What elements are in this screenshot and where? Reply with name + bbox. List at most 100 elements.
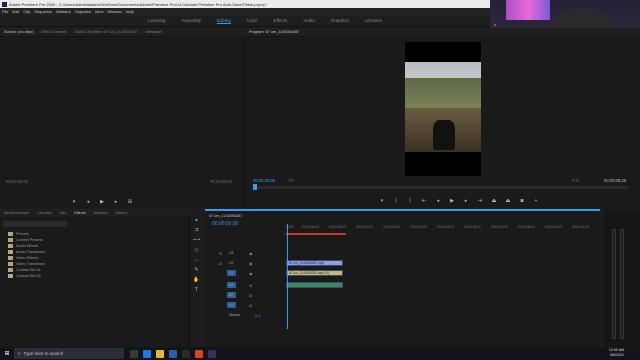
ruler-tick: 00;00;04;00 <box>302 225 319 229</box>
tab-info[interactable]: Info <box>60 211 66 215</box>
timeline-timecode[interactable]: 00;00;00;00 <box>212 221 238 227</box>
work-area-bar[interactable] <box>286 233 346 235</box>
eye-icon[interactable]: ◉ <box>249 261 253 266</box>
add-marker-icon[interactable]: ▾ <box>378 197 386 205</box>
tab-audio-clip-mixer[interactable]: Audio Clip Mixer: 67 um_1143054287 <box>74 30 137 34</box>
go-to-out-icon[interactable]: ⇥ <box>476 197 484 205</box>
play-icon[interactable]: ▶ <box>448 197 456 205</box>
file-explorer-icon[interactable] <box>156 349 164 358</box>
master-volume[interactable]: 0.0 <box>255 313 261 318</box>
program-playhead[interactable] <box>253 184 257 190</box>
mute-icon[interactable]: M <box>249 293 252 298</box>
workspace-libraries[interactable]: Libraries <box>365 18 382 23</box>
workspace-assembly[interactable]: Assembly <box>181 18 201 23</box>
track-select-tool-icon[interactable]: ⇉ <box>193 227 200 234</box>
type-tool-icon[interactable]: T <box>193 287 200 294</box>
workspace-audio[interactable]: Audio <box>303 18 315 23</box>
taskbar-search[interactable]: ⌕ Type here to search <box>14 348 124 359</box>
lock-icon[interactable]: ⊟ <box>219 251 222 256</box>
workspace-editing[interactable]: Editing <box>217 18 231 24</box>
effects-search-input[interactable] <box>3 221 67 227</box>
store-icon[interactable] <box>169 349 177 358</box>
mark-in-icon[interactable]: | <box>392 197 400 205</box>
button-editor-icon[interactable]: + <box>532 197 540 205</box>
track-master[interactable]: Master 0.0 <box>205 312 600 319</box>
taskbar-clock[interactable]: 12:09 AM 5/6/2021 <box>609 348 624 358</box>
menu-file[interactable]: File <box>2 9 8 14</box>
track-v2[interactable]: ⊟ V2 ◉ 67 um_1143054287.mp4 <box>205 260 600 267</box>
play-icon[interactable]: ▶ <box>98 198 106 206</box>
selection-tool-icon[interactable]: ▲ <box>193 217 200 224</box>
program-quality-dropdown[interactable]: Full <box>572 178 579 183</box>
hand-tool-icon[interactable]: ✋ <box>193 277 200 284</box>
go-to-in-icon[interactable]: ⇤ <box>420 197 428 205</box>
ripple-edit-tool-icon[interactable]: ⟷ <box>193 237 200 244</box>
slip-tool-icon[interactable]: ↔ <box>193 257 200 264</box>
track-a2[interactable]: A2 M <box>205 292 600 299</box>
chrome-icon[interactable] <box>195 349 203 358</box>
mute-icon[interactable]: M <box>249 283 252 288</box>
folder-icon <box>8 238 13 242</box>
clip-v1[interactable]: 67 um_1143054287.mp4 [V] <box>286 270 343 276</box>
step-back-icon[interactable]: ◂ <box>84 198 92 206</box>
program-fit-dropdown[interactable]: Fit <box>289 178 294 183</box>
tree-item-custom-bin-02[interactable]: Custom Bin 02 <box>8 273 45 279</box>
tab-metadata[interactable]: Metadata <box>146 30 162 34</box>
tab-effects[interactable]: Effects <box>74 211 86 215</box>
tab-media-browser[interactable]: Media Browser <box>4 211 29 215</box>
program-timecode[interactable]: 00;00;00;00 <box>253 178 275 183</box>
workspace-color[interactable]: Color <box>247 18 258 23</box>
tab-program[interactable]: Program: 67 um_1143054287 <box>249 30 299 34</box>
tab-source[interactable]: Source: (no clips) <box>4 30 34 34</box>
menu-view[interactable]: View <box>95 9 104 14</box>
tab-sequence[interactable]: 67 um_1143054287 <box>209 214 243 218</box>
ruler-tick: 00;00;24;00 <box>437 225 454 229</box>
meter-right <box>620 229 624 339</box>
menu-window[interactable]: Window <box>107 9 121 14</box>
menu-clip[interactable]: Clip <box>23 9 30 14</box>
mute-icon[interactable]: M <box>249 303 252 308</box>
clip-a1[interactable] <box>286 282 343 288</box>
eye-icon[interactable]: ◉ <box>249 271 253 276</box>
track-v1[interactable]: V1 ◉ 67 um_1143054287.mp4 [V] <box>205 270 600 277</box>
track-a3[interactable]: A3 M <box>205 302 600 309</box>
program-scrub-bar[interactable] <box>253 184 628 190</box>
razor-tool-icon[interactable]: ◇ <box>193 247 200 254</box>
windows-start-icon[interactable]: ⊞ <box>0 347 14 360</box>
window-titlebar: Adobe Premiere Pro 2020 - C:\Users\Admin… <box>0 0 490 8</box>
tab-markers[interactable]: Markers <box>94 211 108 215</box>
menu-edit[interactable]: Edit <box>12 9 19 14</box>
eye-icon[interactable]: ◉ <box>249 251 253 256</box>
workspace-learning[interactable]: Learning <box>148 18 166 23</box>
premiere-taskbar-icon[interactable] <box>208 349 216 358</box>
lock-icon[interactable]: ⊟ <box>219 261 222 266</box>
track-a1[interactable]: A1 M <box>205 282 600 289</box>
mark-in-icon[interactable]: ▾ <box>70 198 78 206</box>
workspace-effects[interactable]: Effects <box>274 18 288 23</box>
workspace-graphics[interactable]: Graphics <box>331 18 349 23</box>
lift-icon[interactable]: ⏏ <box>490 197 498 205</box>
step-forward-icon[interactable]: ▸ <box>112 198 120 206</box>
menu-graphics[interactable]: Graphics <box>75 9 91 14</box>
tab-history[interactable]: History <box>116 211 128 215</box>
export-frame-icon[interactable]: ◙ <box>518 197 526 205</box>
source-timecode[interactable]: 00;00;00;00 <box>6 179 28 184</box>
insert-icon[interactable]: ⊞ <box>126 198 134 206</box>
menu-markers[interactable]: Markers <box>56 9 70 14</box>
clip-v2[interactable]: 67 um_1143054287.mp4 <box>286 260 343 266</box>
menu-sequence[interactable]: Sequence <box>34 9 52 14</box>
extract-icon[interactable]: ⏏ <box>504 197 512 205</box>
pen-tool-icon[interactable]: ✎ <box>193 267 200 274</box>
effects-tree: Presets Lumetri Presets Audio Effects Au… <box>8 231 45 279</box>
edge-icon[interactable] <box>143 349 151 358</box>
app-icon[interactable] <box>182 349 190 358</box>
tab-libraries[interactable]: Libraries <box>37 211 52 215</box>
menu-help[interactable]: Help <box>126 9 134 14</box>
track-v3[interactable]: ⊟ V3 ◉ <box>205 250 600 257</box>
step-forward-icon[interactable]: ▸ <box>462 197 470 205</box>
tab-effect-controls[interactable]: Effect Controls <box>42 30 67 34</box>
task-view-icon[interactable] <box>130 349 138 358</box>
step-back-icon[interactable]: ◂ <box>434 197 442 205</box>
timeline-playhead[interactable] <box>287 224 288 329</box>
mark-out-icon[interactable]: | <box>406 197 414 205</box>
